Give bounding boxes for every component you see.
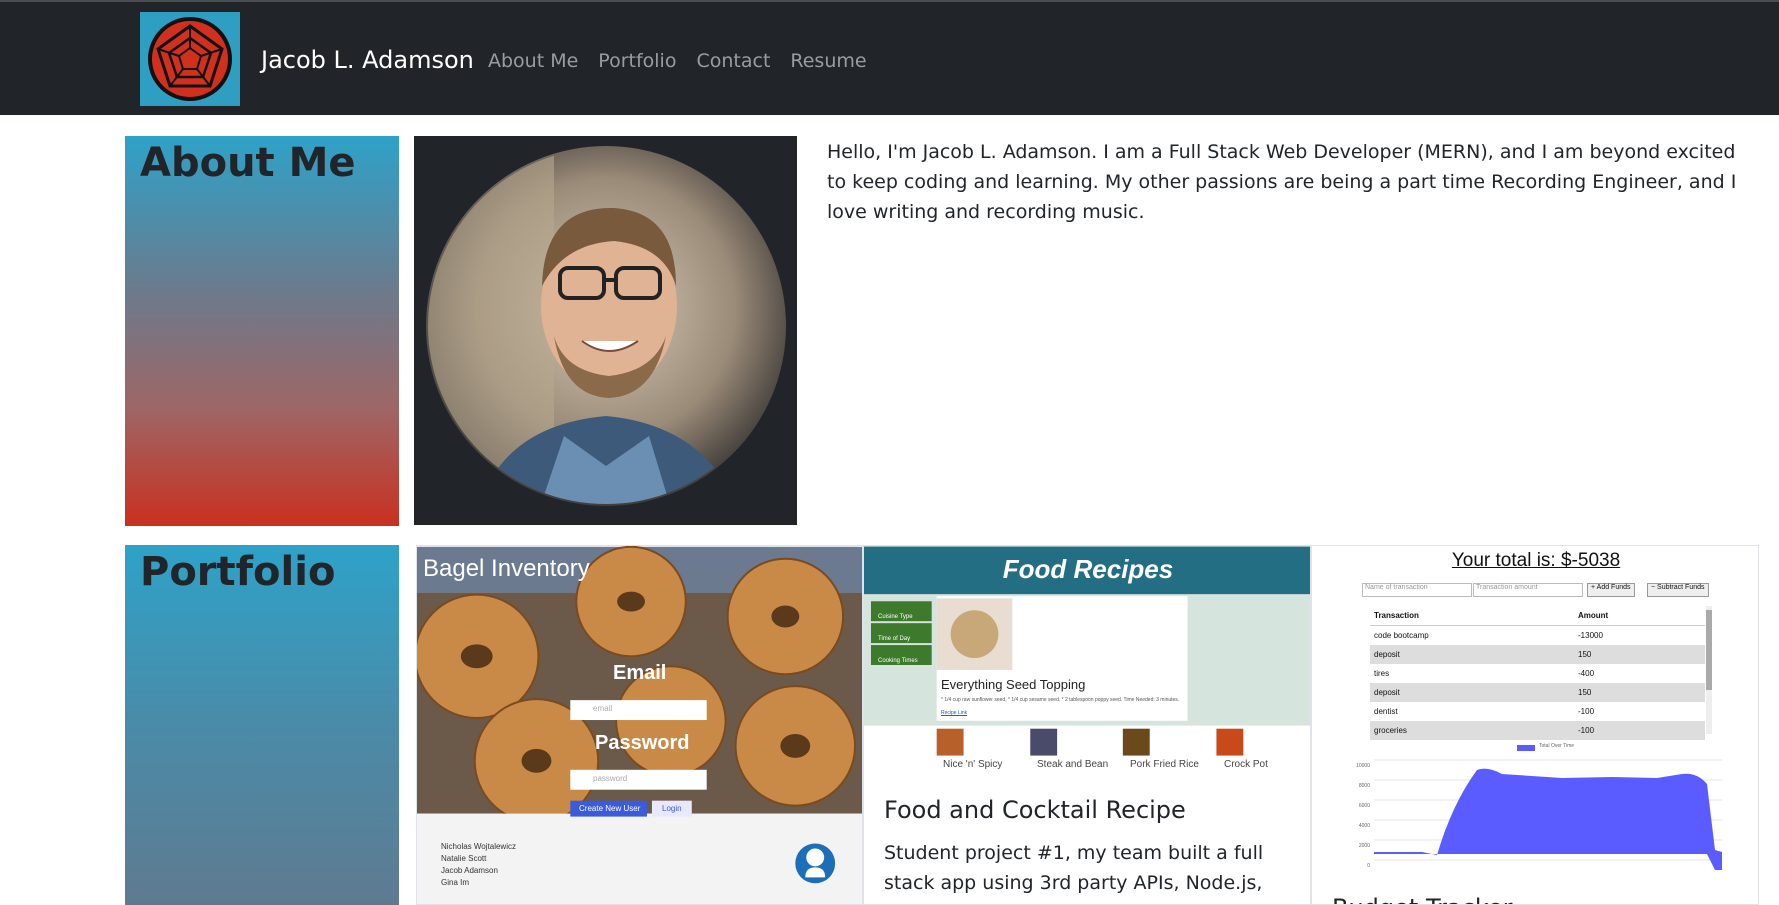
filter-dropdown: Cuisine Type <box>878 614 913 620</box>
nav-links: About Me Portfolio Contact Resume <box>488 50 867 72</box>
navbar: Jacob L. Adamson About Me Portfolio Cont… <box>0 0 1779 115</box>
y-tick-label: 10000 <box>1356 763 1370 769</box>
thumb-label: Pork Fried Rice <box>1130 759 1199 770</box>
bagel-credits: Nicholas Wojtalewicz Natalie Scott Jacob… <box>441 841 516 889</box>
bagel-email-input: email <box>593 704 613 713</box>
budget-subtract-button: − Subtract Funds <box>1647 583 1709 597</box>
table-row: deposit 150 <box>1370 645 1705 664</box>
budget-total: Your total is: $-5038 <box>1451 550 1621 571</box>
brand-name[interactable]: Jacob L. Adamson <box>261 46 474 74</box>
table-cell: code bootcamp <box>1374 631 1429 640</box>
nav-link-portfolio[interactable]: Portfolio <box>598 50 676 72</box>
table-cell: groceries <box>1374 726 1407 735</box>
pentagon-logo-icon <box>148 17 232 101</box>
portfolio-heading-panel: Portfolio <box>125 545 399 905</box>
bagel-app-title: Bagel Inventory <box>423 555 590 582</box>
brand-logo[interactable] <box>140 12 240 106</box>
table-row: dentist -100 <box>1370 702 1705 721</box>
credit-name: Nicholas Wojtalewicz <box>441 842 516 851</box>
table-row: groceries -100 <box>1370 721 1705 740</box>
recipes-featured-title: Everything Seed Topping <box>941 677 1086 692</box>
credit-name: Natalie Scott <box>441 854 487 863</box>
table-row: code bootcamp -13000 <box>1370 626 1705 645</box>
portfolio-heading: Portfolio <box>140 549 336 595</box>
filter-dropdown: Time of Day <box>878 636 911 642</box>
budget-table-scrollbar <box>1706 606 1712 734</box>
budget-name-input: Name of transaction <box>1362 583 1472 597</box>
budget-chart <box>1374 745 1722 870</box>
table-cell: 150 <box>1578 650 1592 659</box>
table-cell: -100 <box>1578 726 1595 735</box>
table-cell: -400 <box>1578 669 1595 678</box>
y-tick-label: 4000 <box>1358 823 1370 829</box>
chart-y-ticks: 10000 8000 6000 4000 2000 0 <box>1348 756 1370 876</box>
nav-link-contact[interactable]: Contact <box>696 50 770 72</box>
column-header: Amount <box>1578 611 1609 620</box>
table-cell: deposit <box>1374 688 1400 697</box>
thumb-label: Nice 'n' Spicy <box>943 759 1003 770</box>
project-card-recipes[interactable]: Food Recipes Cuisine Type Time of Day Co… <box>863 545 1311 905</box>
table-header: Transaction Amount <box>1370 606 1705 626</box>
profile-photo <box>426 146 786 506</box>
table-cell: dentist <box>1374 707 1398 716</box>
credit-name: Gina Im <box>441 878 470 887</box>
table-row: tires -400 <box>1370 664 1705 683</box>
recipes-card-title[interactable]: Food and Cocktail Recipe <box>884 796 1186 824</box>
nav-link-resume[interactable]: Resume <box>790 50 866 72</box>
table-cell: deposit <box>1374 650 1400 659</box>
bagel-password-label: Password <box>595 732 690 754</box>
bagel-login-button: Login <box>662 804 682 813</box>
table-row: deposit 150 <box>1370 683 1705 702</box>
chart-legend-swatch <box>1517 745 1535 751</box>
column-header: Transaction <box>1374 611 1419 620</box>
table-cell: -100 <box>1578 707 1595 716</box>
table-cell: -13000 <box>1578 631 1603 640</box>
budget-add-button: + Add Funds <box>1587 583 1635 597</box>
recipes-app-title: Food Recipes <box>1002 554 1174 584</box>
profile-photo-frame <box>414 136 797 525</box>
budget-table: Transaction Amount code bootcamp -13000 … <box>1370 606 1705 740</box>
bagel-email-label: Email <box>613 662 667 684</box>
about-heading: About Me <box>140 140 356 186</box>
table-cell: 150 <box>1578 688 1592 697</box>
budget-card-title[interactable]: Budget Tracker <box>1332 894 1513 904</box>
y-tick-label: 0 <box>1367 863 1370 869</box>
credit-name: Jacob Adamson <box>441 866 498 875</box>
y-tick-label: 2000 <box>1358 843 1370 849</box>
bagel-password-input: password <box>593 774 628 783</box>
recipes-card-text: Student project #1, my team built a full… <box>884 842 1264 904</box>
about-bio: Hello, I'm Jacob L. Adamson. I am a Full… <box>827 141 1737 223</box>
y-tick-label: 8000 <box>1358 783 1370 789</box>
nav-link-about[interactable]: About Me <box>488 50 578 72</box>
thumb-label: Steak and Bean <box>1037 759 1109 770</box>
bagel-create-button: Create New User <box>579 804 641 813</box>
recipes-featured-text: * 1/4 cup raw sunflower seed, * 1/4 cup … <box>941 697 1180 703</box>
project-card-bagel[interactable]: Bagel Inventory Email email Password pas… <box>416 545 863 905</box>
budget-amount-input: Transaction amount <box>1473 583 1583 597</box>
y-tick-label: 6000 <box>1358 803 1370 809</box>
project-card-budget[interactable]: Your total is: $-5038 Name of transactio… <box>1311 545 1759 905</box>
table-cell: tires <box>1374 669 1390 678</box>
recipes-featured-link: Recipe Link <box>941 710 968 716</box>
chart-area <box>1374 768 1722 870</box>
recipes-filters: Cuisine Type Time of Day Cooking Times <box>878 606 918 672</box>
about-heading-panel: About Me <box>125 136 399 526</box>
thumb-label: Crock Pot <box>1224 759 1268 770</box>
filter-dropdown: Cooking Times <box>878 658 918 664</box>
chart-legend-label: Total Over Time <box>1539 743 1575 749</box>
